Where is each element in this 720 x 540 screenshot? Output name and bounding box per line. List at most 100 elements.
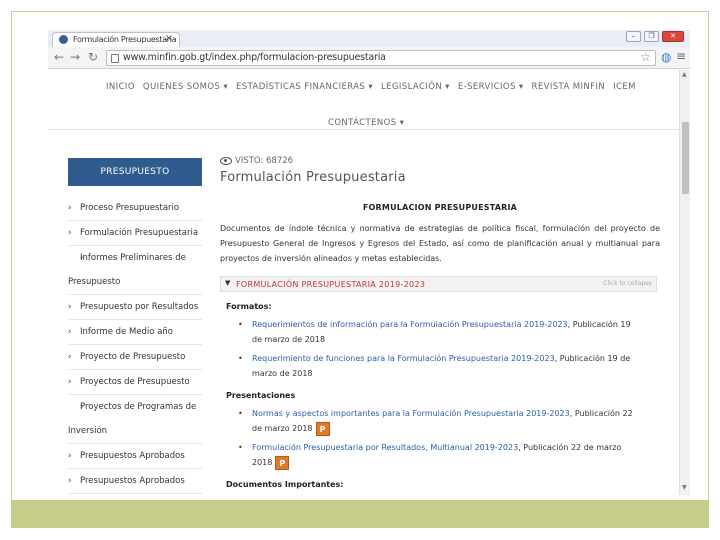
sidebar-item[interactable]: › Proyectos de Programas de Inversión (68, 395, 202, 444)
nav-item[interactable]: LEGISLACIÓN ▾ (381, 82, 450, 92)
sidebar-item[interactable]: › Proyectos de Presupuesto (68, 370, 202, 395)
section-label: Formatos: (226, 302, 272, 311)
list-item: • Normas y aspectos importantes para la F… (238, 406, 638, 436)
chevron-right-icon: › (68, 377, 72, 387)
url-text[interactable]: www.minfin.gob.gt/index.php/formulacion-… (123, 52, 386, 63)
close-window-icon[interactable]: ✕ (662, 31, 684, 42)
nav-item[interactable]: QUIENES SOMOS ▾ (143, 82, 228, 92)
bullet-icon: • (238, 354, 243, 363)
chevron-right-icon: › (68, 228, 72, 238)
sidebar-item[interactable]: › Presupuestos Aprobados (68, 444, 202, 469)
close-tab-icon[interactable]: × (165, 33, 173, 44)
browser-tab[interactable]: Formulación Presupuestaria × (52, 32, 180, 47)
section-label: Documentos Importantes: (226, 480, 344, 489)
browser-window: Formulación Presupuestaria × – ❐ ✕ ← → ↻… (48, 30, 690, 495)
sidebar-item-label: Formulación Presupuestaria (80, 228, 199, 238)
sidebar-item-label: Proyecto de Presupuesto (80, 352, 186, 362)
site-top-nav: INICIO QUIENES SOMOS ▾ ESTADÍSTICAS FINANC… (48, 70, 679, 130)
extension-icon[interactable]: ◍ (661, 50, 671, 64)
document-title: FORMULACION PRESUPUESTARIA (362, 203, 518, 212)
scroll-thumb[interactable] (682, 122, 689, 194)
sidebar-item-label: Presupuestos Aprobados (80, 451, 185, 461)
nav-item[interactable]: ESTADÍSTICAS FINANCIERAS ▾ (236, 82, 373, 92)
frame-right-line (708, 11, 709, 528)
bookmark-star-icon[interactable]: ☆ (640, 50, 651, 64)
chevron-right-icon: › (68, 352, 72, 362)
powerpoint-icon[interactable]: P (275, 455, 290, 470)
sidebar-list: › Proceso Presupuestario › Formulación Pres… (68, 196, 202, 494)
powerpoint-icon[interactable]: P (315, 421, 330, 436)
title-bar: Formulación Presupuestaria × – ❐ ✕ (48, 30, 690, 47)
sidebar-header[interactable]: PRESUPUESTO (68, 158, 202, 186)
bullet-icon: • (238, 409, 243, 418)
list-item: • Formulación Presupuestaria por Resultad… (238, 440, 638, 470)
caret-down-icon: ▼ (225, 279, 231, 287)
views-text: VISTO: 68726 (235, 156, 294, 166)
views-counter: VISTO: 68726 (220, 156, 660, 166)
sidebar-item[interactable]: › Proyecto de Presupuesto (68, 345, 202, 370)
list-item: • Requerimientos de información para la F… (238, 317, 638, 347)
sidebar-item[interactable]: › Informes Preliminares de Presupuesto (68, 246, 202, 295)
nav-item[interactable]: ICEM (613, 82, 636, 92)
chevron-right-icon: › (68, 302, 72, 312)
chevron-right-icon: › (68, 203, 72, 213)
section-label: Presentaciones (226, 391, 296, 400)
sidebar-item-label: Proyectos de Presupuesto (80, 377, 190, 387)
chevron-right-icon: › (68, 451, 72, 461)
sidebar-item[interactable]: › Proceso Presupuestario (68, 196, 202, 221)
description: Documentos de índole técnica y normativa… (220, 224, 660, 263)
eye-icon (220, 157, 232, 165)
document-link[interactable]: Requerimientos de información para la Fo… (252, 320, 568, 329)
footer-band (11, 500, 709, 528)
accordion-header[interactable]: ▼ FORMULACIÓN PRESUPUESTARIA 2019-2023 C… (220, 276, 657, 292)
chevron-right-icon: › (68, 327, 72, 337)
menu-icon[interactable]: ≡ (676, 49, 686, 63)
frame-left-line (11, 11, 12, 528)
scroll-down-icon[interactable]: ▼ (682, 484, 687, 491)
main-content: VISTO: 68726 Formulación Presupuestaria … (220, 156, 660, 495)
sidebar-item[interactable]: › Presupuestos Aprobados (68, 469, 202, 494)
back-arrow-icon[interactable]: ← (54, 50, 64, 64)
tab-title: Formulación Presupuestaria (73, 35, 177, 44)
bullet-icon: • (238, 443, 243, 452)
item-list: • Normas y aspectos importantes para la F… (238, 406, 660, 470)
nav-menu: INICIO QUIENES SOMOS ▾ ESTADÍSTICAS FINANC… (106, 82, 644, 92)
sidebar-item[interactable]: › Informe de Medio año (68, 320, 202, 345)
sidebar-item-label: Informes Preliminares de Presupuesto (68, 253, 186, 287)
sidebar-item-label: Presupuesto por Resultados (80, 302, 199, 312)
bullet-icon: • (238, 320, 243, 329)
document-link[interactable]: Formulación Presupuestaria por Resultado… (252, 443, 518, 452)
sidebar: PRESUPUESTO › Proceso Presupuestario › Form… (68, 158, 202, 494)
nav-item[interactable]: INICIO (106, 82, 135, 92)
sidebar-item[interactable]: › Formulación Presupuestaria (68, 221, 202, 246)
page-scrollbar[interactable]: ▲ ▼ (679, 70, 690, 495)
chevron-right-icon: › (80, 253, 84, 263)
collapse-hint[interactable]: Click to collapse (603, 280, 652, 287)
sidebar-item-label: Informe de Medio año (80, 327, 173, 337)
document-link[interactable]: Requerimiento de funciones para la Formu… (252, 354, 555, 363)
sidebar-item-label: Presupuestos Aprobados (80, 476, 185, 486)
page-title: Formulación Presupuestaria (220, 170, 406, 185)
chevron-right-icon: › (80, 402, 84, 412)
item-list: • Requerimientos de información para la F… (238, 317, 660, 381)
slide: Formulación Presupuestaria × – ❐ ✕ ← → ↻… (0, 0, 720, 540)
maximize-icon[interactable]: ❐ (644, 31, 659, 42)
scroll-up-icon[interactable]: ▲ (682, 71, 687, 78)
page-icon (111, 54, 119, 63)
nav-item[interactable]: E-SERVICIOS ▾ (458, 82, 524, 92)
sidebar-item-label: Proyectos de Programas de Inversión (68, 402, 197, 436)
nav-item-contactenos[interactable]: CONTÁCTENOS ▾ (328, 118, 404, 128)
accordion-label[interactable]: FORMULACIÓN PRESUPUESTARIA 2019-2023 (236, 280, 425, 289)
nav-item[interactable]: REVISTA MINFIN (532, 82, 606, 92)
document-link[interactable]: Normas y aspectos importantes para la Fo… (252, 409, 570, 418)
address-bar[interactable]: www.minfin.gob.gt/index.php/formulacion-… (106, 50, 656, 66)
sidebar-item[interactable]: › Presupuesto por Resultados (68, 295, 202, 320)
list-item: • Requerimiento de funciones para la Form… (238, 351, 638, 381)
reload-icon[interactable]: ↻ (88, 50, 98, 64)
window-controls: – ❐ ✕ (626, 31, 684, 42)
minimize-icon[interactable]: – (626, 31, 641, 42)
chevron-right-icon: › (68, 476, 72, 486)
web-page: INICIO QUIENES SOMOS ▾ ESTADÍSTICAS FINANC… (48, 70, 679, 495)
forward-arrow-icon[interactable]: → (70, 50, 80, 64)
site-favicon-icon (59, 35, 68, 44)
